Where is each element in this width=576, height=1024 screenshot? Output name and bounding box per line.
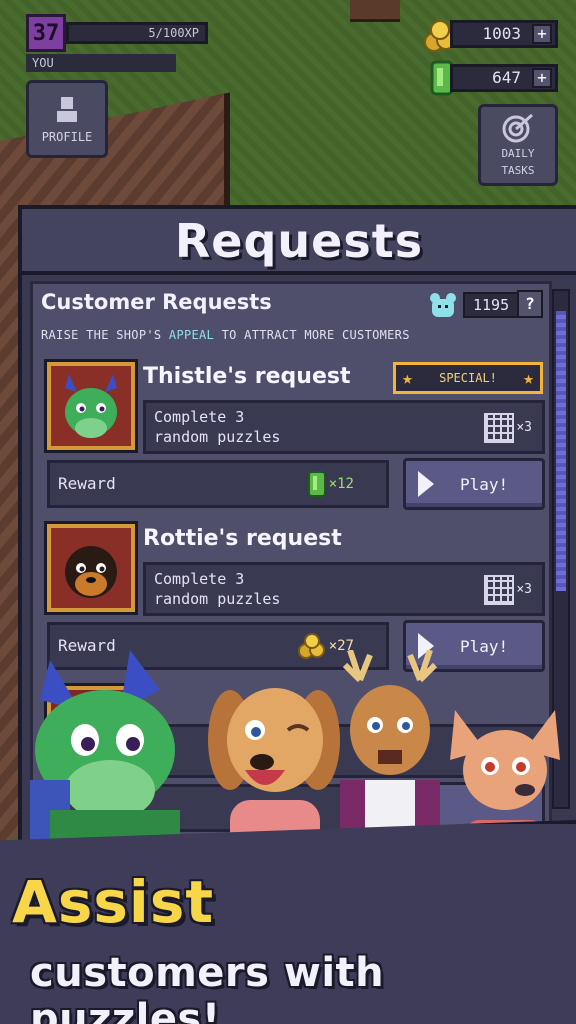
target-icon — [502, 113, 533, 143]
xp-bar: 5/100XP — [66, 22, 208, 44]
reward-amount: ×12 — [307, 463, 354, 505]
panel-title: Requests — [22, 209, 576, 275]
add-gems-button[interactable]: + — [532, 68, 552, 88]
daily-tasks-label-2: TASKS — [501, 164, 535, 177]
task-description: Complete 3 random puzzles ×3 — [143, 562, 545, 616]
task-count-value: ×3 — [516, 420, 532, 435]
reward-box: Reward ×12 — [47, 460, 389, 508]
tree-trunk — [350, 0, 400, 22]
profile-button[interactable]: PROFILE — [26, 80, 108, 158]
subtitle-pre: RAISE THE SHOP'S — [41, 328, 169, 342]
play-button[interactable]: Play! — [403, 458, 545, 510]
help-button[interactable]: ? — [517, 290, 543, 318]
coin-balance: 1003 + — [450, 20, 558, 48]
star-icon: ★ — [402, 367, 413, 389]
section-title: Customer Requests — [41, 290, 272, 314]
subtitle-post: TO ATTRACT MORE CUSTOMERS — [214, 328, 410, 342]
task-line-1: Complete 3 — [154, 570, 245, 588]
banner-tagline: customers with puzzles! — [30, 950, 385, 1024]
appeal-icon — [430, 293, 456, 317]
daily-tasks-button[interactable]: DAILY TASKS — [478, 104, 558, 186]
request-title: Rottie's request — [143, 526, 342, 551]
thistle-portrait — [47, 362, 135, 450]
request-title: Thistle's request — [143, 364, 351, 389]
player-name: YOU — [26, 54, 176, 72]
task-line-1: Complete 3 — [154, 408, 245, 426]
add-coins-button[interactable]: + — [532, 24, 552, 44]
puzzle-grid-icon — [484, 575, 515, 605]
rottie-portrait — [47, 524, 135, 612]
task-line-2: random puzzles — [154, 428, 281, 446]
puzzle-grid-icon — [484, 413, 515, 443]
task-description: Complete 3 random puzzles ×3 — [143, 400, 545, 454]
coin-amount: 1003 — [482, 24, 521, 43]
task-count: ×3 — [484, 575, 532, 605]
task-count: ×3 — [484, 413, 532, 443]
subtitle-appeal: APPEAL — [168, 328, 215, 342]
task-line-2: random puzzles — [154, 590, 281, 608]
appeal-counter: 1195 ? — [423, 288, 543, 322]
request-card-thistle: Thistle's request ★ SPECIAL! ★ Complete … — [47, 362, 545, 512]
dragon-character — [30, 650, 180, 850]
special-badge: ★ SPECIAL! ★ — [393, 362, 543, 394]
level-badge: 37 — [26, 14, 66, 52]
section-subtitle: RAISE THE SHOP'S APPEAL TO ATTRACT MORE … — [41, 328, 410, 342]
gem-balance: 647 + — [450, 64, 558, 92]
profile-label: PROFILE — [41, 130, 93, 144]
profile-icon — [57, 97, 77, 122]
special-label: SPECIAL! — [439, 371, 497, 385]
banner-headline: Assist — [12, 868, 215, 936]
task-count-value: ×3 — [516, 582, 532, 597]
reward-amount-value: ×12 — [328, 476, 354, 492]
scrollbar-thumb[interactable] — [556, 311, 566, 591]
daily-tasks-label-1: DAILY — [501, 147, 535, 160]
gem-amount: 647 — [492, 68, 521, 87]
gem-icon — [307, 471, 326, 497]
play-label: Play! — [460, 474, 509, 494]
play-icon — [418, 471, 434, 497]
reward-label: Reward — [58, 474, 116, 493]
star-icon: ★ — [523, 367, 534, 389]
